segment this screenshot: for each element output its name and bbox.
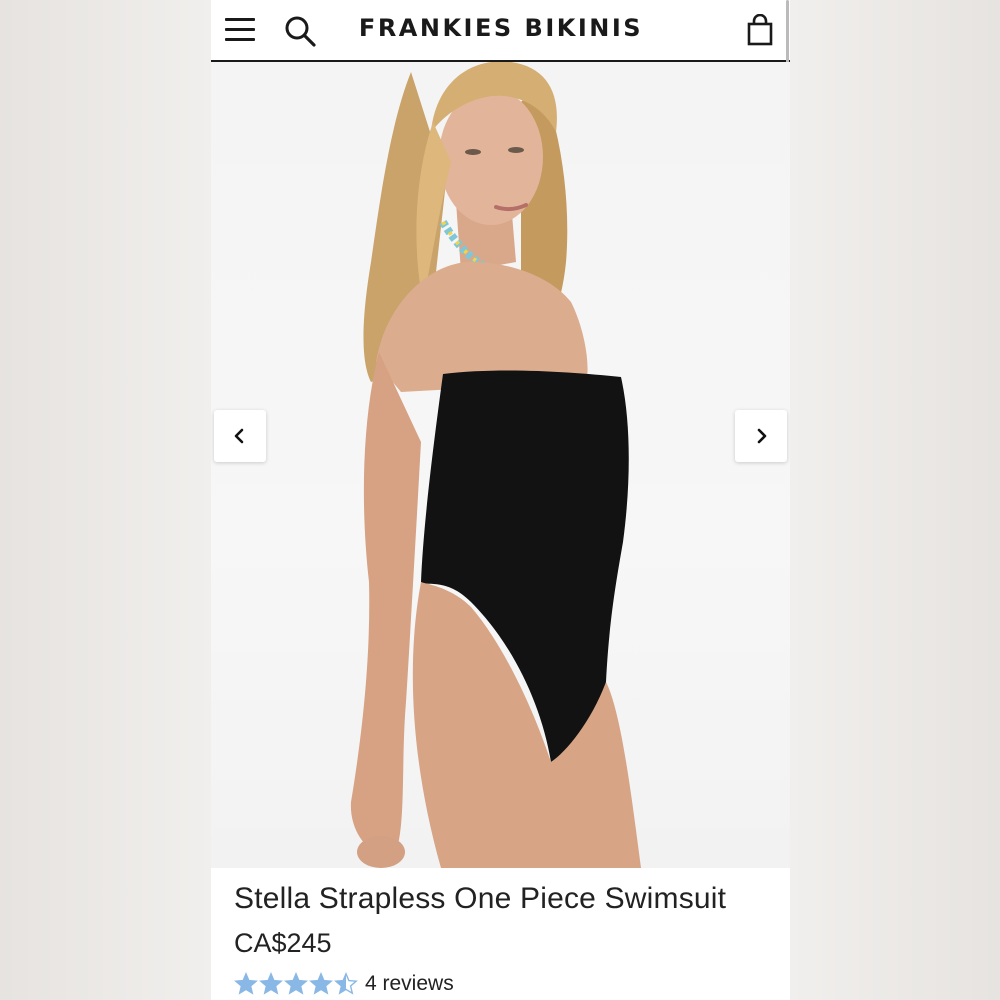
site-header: FRANKIES BIKINIS [211, 0, 790, 72]
star-icon [309, 972, 333, 995]
product-rating[interactable]: 4 reviews [234, 972, 454, 996]
hamburger-menu-icon[interactable] [225, 16, 257, 42]
search-icon[interactable] [283, 14, 317, 48]
product-price: CA$245 [234, 928, 332, 958]
left-background [0, 0, 211, 1000]
rating-stars [234, 972, 359, 996]
chevron-right-icon [757, 428, 767, 444]
star-icon [334, 972, 358, 995]
product-title: Stella Strapless One Piece Swimsuit [234, 882, 727, 915]
gallery-next-button[interactable] [735, 410, 787, 462]
product-photo [350, 62, 641, 868]
chevron-left-icon [234, 428, 244, 444]
product-image-gallery[interactable] [211, 62, 790, 868]
star-icon [284, 972, 308, 995]
reviews-link[interactable]: 4 reviews [365, 972, 454, 996]
mobile-page: FRANKIES BIKINIS Stella Strapless One Pi… [211, 0, 790, 1000]
product-info: Stella Strapless One Piece Swimsuit CA$2… [211, 868, 790, 1000]
gallery-prev-button[interactable] [214, 410, 266, 462]
shopping-bag-icon[interactable] [746, 14, 774, 46]
right-background [790, 0, 1000, 1000]
star-icon [234, 972, 258, 995]
star-icon [259, 972, 283, 995]
brand-logo[interactable]: FRANKIES BIKINIS [351, 14, 651, 42]
